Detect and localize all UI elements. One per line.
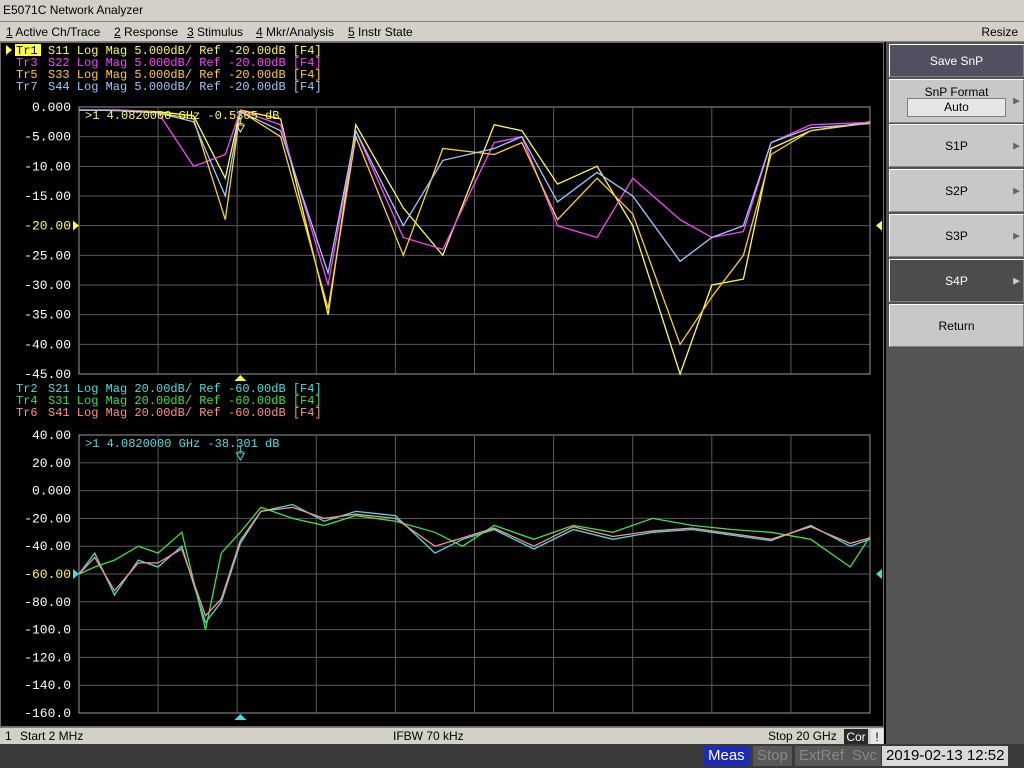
menu-instr-state[interactable]: 5 Instr State	[348, 25, 413, 39]
lower-y-tick-label: -40.00	[24, 539, 71, 554]
upper-y-tick-label: -45.00	[24, 367, 71, 382]
lower-grid	[78, 434, 871, 714]
upper-y-tick-label: -35.00	[24, 308, 71, 323]
chevron-right-icon: ▶	[1013, 230, 1020, 240]
menu-bar: 1 Active Ch/Trace 2 Response 3 Stimulus …	[0, 22, 1024, 42]
channel-status-bar: 1 Start 2 MHz IFBW 70 kHz Stop 20 GHz Co…	[0, 727, 884, 745]
s4p-label: S4P	[945, 274, 968, 288]
lower-y-tick-label: -120.0	[24, 650, 71, 665]
trace-setting-label: S41 Log Mag 20.00dB/ Ref -60.00dB [F4]	[48, 406, 322, 420]
instrument-status-bar: Meas Stop ExtRef Svc 2019-02-13 12:52	[0, 744, 1024, 768]
s3p-label: S3P	[945, 229, 968, 243]
stop-indicator: Stop	[753, 746, 792, 766]
warning-indicator: !	[871, 729, 883, 745]
softkey-s2p[interactable]: S2P ▶	[889, 169, 1024, 212]
softkey-snp-format[interactable]: SnP Format Auto ▶	[889, 79, 1024, 123]
lower-y-tick-label: -160.0	[24, 706, 71, 721]
start-frequency[interactable]: Start 2 MHz	[20, 729, 83, 743]
upper-marker-readout: >1 4.0820000 GHz -0.5305 dB	[85, 109, 279, 123]
channel-number[interactable]: 1	[5, 729, 12, 743]
extref-indicator: ExtRef	[795, 746, 849, 766]
chevron-right-icon: ▶	[1013, 185, 1020, 195]
s1p-label: S1P	[945, 139, 968, 153]
marker-position-icon	[234, 375, 247, 381]
ref-left-icon	[73, 569, 79, 579]
upper-y-labels: 0.000 -5.000 -10.00 -15.00 -20.00 -25.00 -30.0…	[24, 100, 882, 382]
ref-left-icon	[73, 220, 79, 231]
softkey-s1p[interactable]: S1P ▶	[889, 124, 1024, 167]
return-label: Return	[938, 319, 975, 333]
upper-y-tick-label: 0.000	[32, 100, 71, 115]
snp-format-value: Auto	[907, 98, 1006, 117]
softkey-panel: Save SnP SnP Format Auto ▶ S1P ▶ S2P ▶ S…	[886, 42, 1024, 744]
lower-marker-number: 1	[237, 445, 243, 456]
stop-frequency[interactable]: Stop 20 GHz	[768, 729, 837, 743]
chevron-right-icon: ▶	[1013, 140, 1020, 150]
upper-y-tick-label: -15.00	[24, 189, 71, 204]
trace-id-label: Tr7	[16, 80, 38, 94]
lower-y-tick-label: -100.0	[24, 623, 71, 638]
upper-y-tick-label: -30.00	[24, 278, 71, 293]
menu-active-ch-trace[interactable]: 1 Active Ch/Trace	[6, 25, 100, 39]
upper-marker-number: 1	[237, 117, 243, 128]
snp-format-label: SnP Format	[924, 85, 989, 99]
ref-right-icon	[876, 220, 882, 231]
softkey-s4p[interactable]: S4P ▶	[889, 259, 1024, 302]
meas-indicator: Meas	[704, 746, 749, 766]
active-trace-pointer-icon	[6, 45, 12, 55]
title-bar: E5071C Network Analyzer	[0, 0, 1024, 22]
ref-right-icon	[876, 569, 882, 579]
trace-setting-label: S44 Log Mag 5.000dB/ Ref -20.00dB [F4]	[48, 80, 322, 94]
menu-stimulus[interactable]: 3 Stimulus	[187, 25, 243, 39]
lower-y-tick-label: -140.0	[24, 678, 71, 693]
ifbw[interactable]: IFBW 70 kHz	[393, 729, 464, 743]
softkey-return[interactable]: Return	[889, 304, 1024, 347]
lower-y-tick-label: -20.00	[24, 511, 71, 526]
softkey-s3p[interactable]: S3P ▶	[889, 214, 1024, 257]
lower-trace-header: Tr2 S21 Log Mag 20.00dB/ Ref -60.00dB [F4…	[16, 382, 322, 420]
upper-y-tick-label: -25.00	[24, 248, 71, 263]
lower-y-tick-label: 40.00	[32, 428, 71, 443]
chevron-right-icon: ▶	[1013, 95, 1020, 106]
lower-y-tick-label: 20.00	[32, 456, 71, 471]
correction-indicator: Cor	[844, 729, 868, 745]
lower-y-tick-label: -80.00	[24, 595, 71, 610]
lower-y-tick-label: 0.000	[32, 484, 71, 499]
lower-y-tick-label: -60.00	[24, 567, 71, 582]
upper-y-tick-label: -20.00	[24, 219, 71, 234]
s2p-label: S2P	[945, 184, 968, 198]
marker-position-icon	[234, 714, 247, 720]
softkey-title-label: Save SnP	[929, 54, 984, 68]
upper-y-tick-label: -5.000	[24, 130, 71, 145]
menu-response[interactable]: 2 Response	[114, 25, 178, 39]
upper-trace-header: Tr1 S11 Log Mag 5.000dB/ Ref -20.00dB [F4…	[6, 44, 322, 94]
lower-marker-readout: >1 4.0820000 GHz -38.301 dB	[85, 437, 279, 451]
date-time: 2019-02-13 12:52	[882, 746, 1009, 766]
softkey-title-save-snp[interactable]: Save SnP	[889, 44, 1024, 77]
svc-indicator: Svc	[848, 746, 882, 766]
trace-id-label: Tr6	[16, 406, 38, 420]
plot-area: 0.000 -5.000 -10.00 -15.00 -20.00 -25.00 -30.0…	[6, 44, 882, 721]
upper-y-tick-label: -10.00	[24, 159, 71, 174]
measurement-display: 0.000 -5.000 -10.00 -15.00 -20.00 -25.00 -30.0…	[0, 42, 884, 727]
resize-button[interactable]: Resize	[981, 25, 1018, 39]
upper-y-tick-label: -40.00	[24, 337, 71, 352]
menu-mkr-analysis[interactable]: 4 Mkr/Analysis	[256, 25, 334, 39]
chevron-right-icon: ▶	[1013, 275, 1020, 285]
app-title: E5071C Network Analyzer	[3, 3, 144, 17]
